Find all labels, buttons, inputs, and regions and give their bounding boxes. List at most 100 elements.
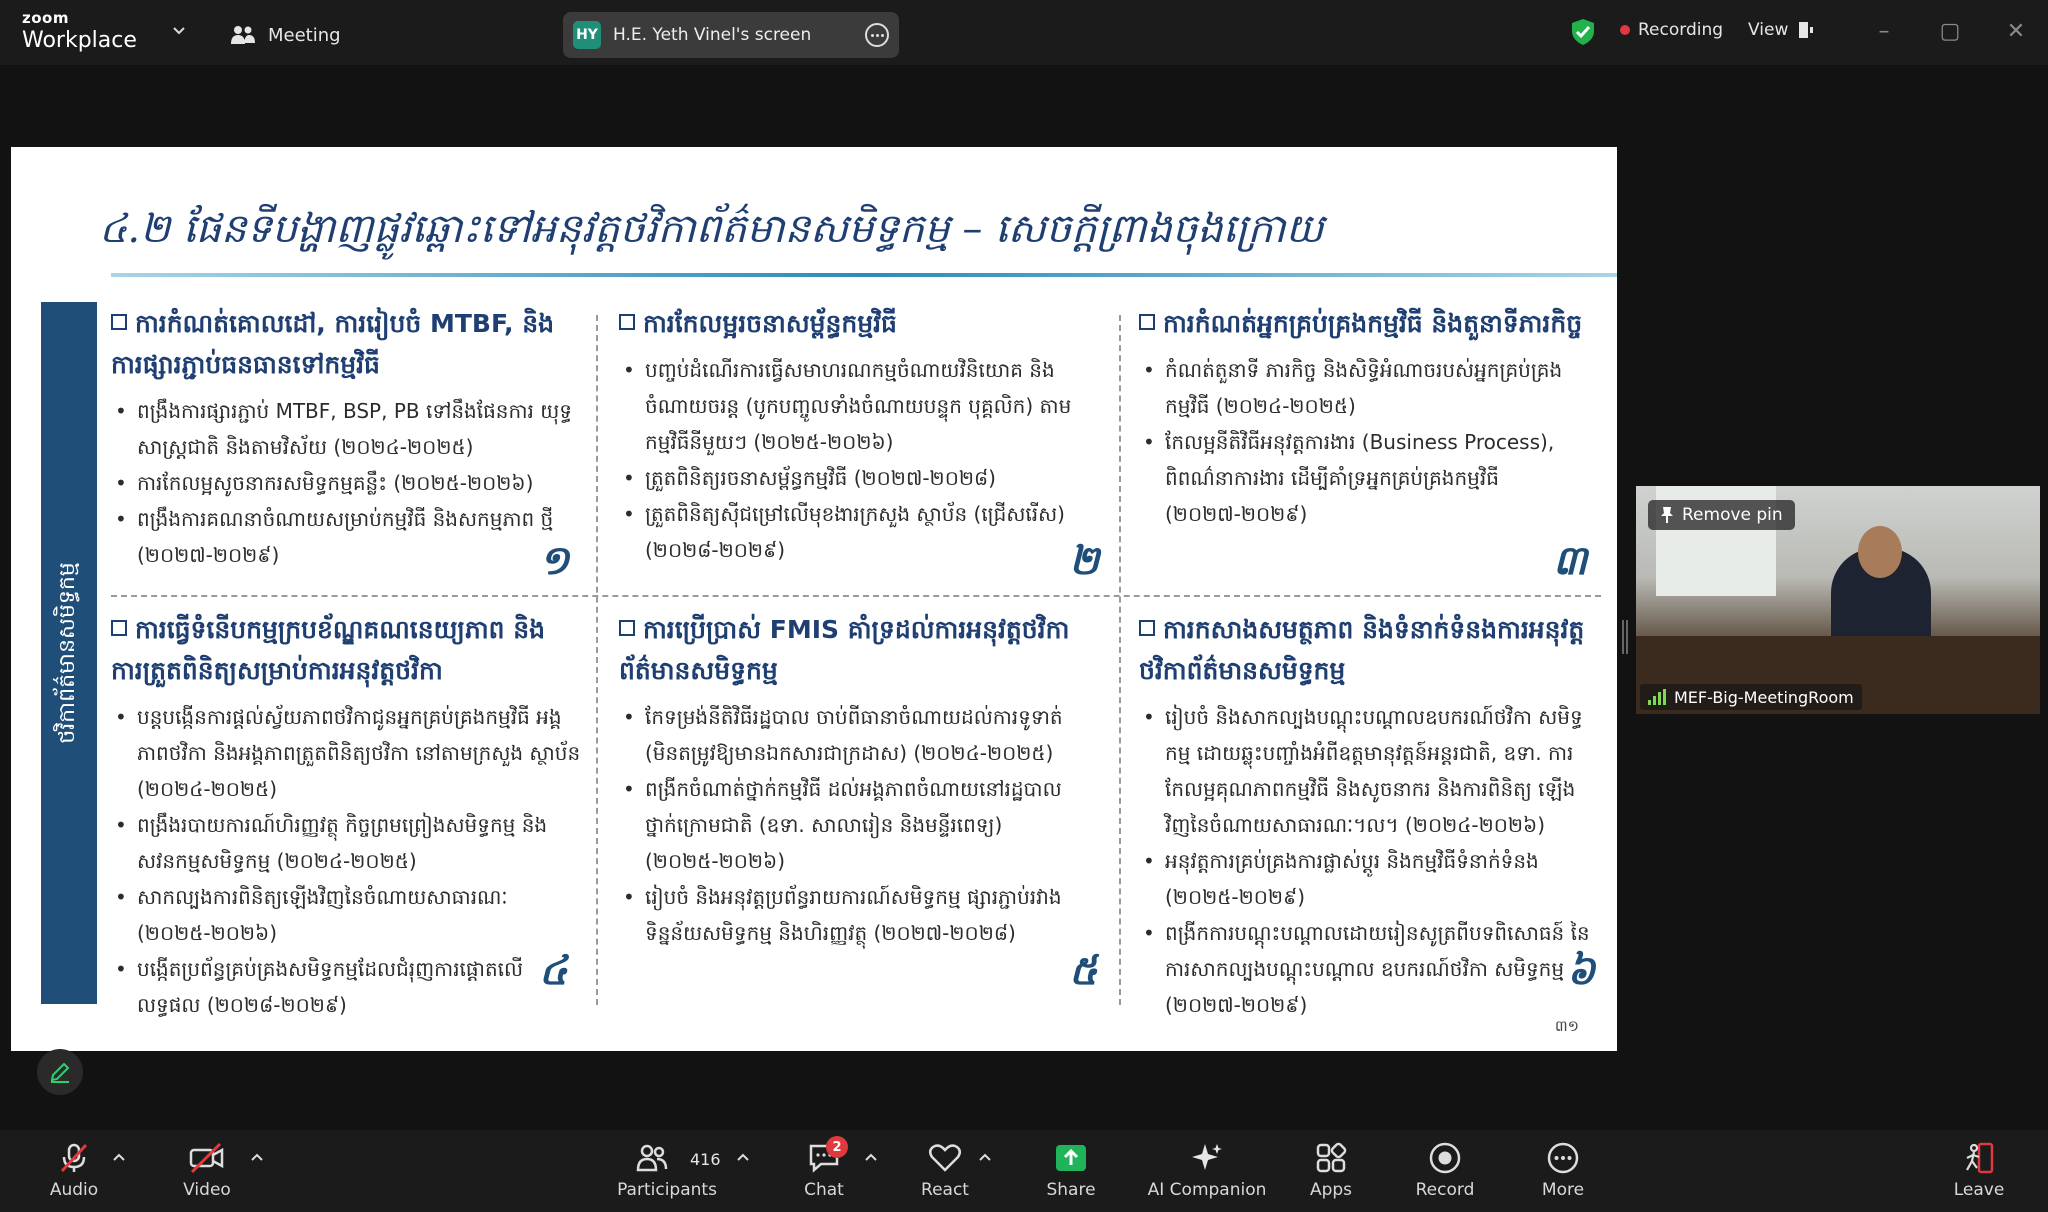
recording-indicator[interactable]: Recording [1620,20,1723,40]
react-button[interactable]: React [890,1138,1000,1208]
list-item: រៀបចំ និងសាកល្បងបណ្តុះបណ្តាលឧបករណ៍ថវិកា … [1139,699,1599,843]
chat-options-chevron-up-icon[interactable] [864,1150,878,1164]
video-options-chevron-up-icon[interactable] [250,1150,264,1164]
title-underline [111,273,1617,277]
cell-number: ៦ [1567,947,1596,994]
audio-label: Audio [49,1180,99,1200]
sparkle-icon [1187,1138,1227,1178]
meeting-toolbar: Audio Video Participants 416 2 Chat Reac… [0,1130,2048,1212]
screen-share-indicator[interactable]: HY H.E. Yeth Vinel's screen [563,12,899,58]
video-label: Video [183,1180,231,1200]
list-item: ត្រួតពិនិត្យស៊ីជម្រៅលើមុខងារក្រសួង ស្ថាប… [619,496,1089,568]
more-label: More [1541,1180,1585,1200]
list-item: អនុវត្តការគ្រប់គ្រងការផ្លាស់ប្តូរ និងកម្… [1139,843,1599,915]
roadmap-cell-4: ការធ្វើទំនើបកម្មក្របខ័ណ្ឌគណនេយ្យភាព និង … [111,609,581,1023]
list-item: បញ្ចប់ដំណើរការធ្វើសមាហរណកម្មចំណាយវិនិយោគ… [619,352,1089,460]
audio-options-chevron-up-icon[interactable] [112,1150,126,1164]
zoom-workplace-logo[interactable]: zoom Workplace [22,11,137,52]
audio-button[interactable]: Audio [19,1138,129,1208]
checkbox-bullet-icon [619,620,635,636]
roadmap-cell-5: ការប្រើប្រាស់ FMIS គាំទ្រដល់ការអនុវត្តថវ… [619,609,1089,951]
minimize-icon[interactable]: – [1872,20,1896,44]
cell-heading: ការកែលម្អរចនាសម្ព័ន្ធកម្មវិធី [643,309,897,338]
security-shield-icon[interactable] [1570,18,1596,46]
roadmap-cell-6: ការកសាងសមត្ថភាព និងទំនាក់ទំនងការអនុវត្ត … [1139,609,1599,1023]
meeting-info-button[interactable]: Meeting [230,20,341,50]
remove-pin-button[interactable]: Remove pin [1648,500,1795,530]
participants-options-chevron-up-icon[interactable] [736,1150,750,1164]
record-button[interactable]: Record [1390,1138,1500,1208]
list-item: កែលម្អនីតិវិធីអនុវត្តការងារ (Business Pr… [1139,424,1599,532]
roadmap-cell-2: ការកែលម្អរចនាសម្ព័ន្ធកម្មវិធី បញ្ចប់ដំណើ… [619,303,1089,568]
participants-button[interactable]: Participants [612,1138,722,1208]
view-layout-icon [1799,22,1814,38]
video-button[interactable]: Video [152,1138,262,1208]
side-label-band: ថវិកាព័ត៌មានសមិទ្ធកម្ម [41,302,97,1004]
leave-button[interactable]: Leave [1924,1138,2034,1208]
maximize-icon[interactable]: ▢ [1938,20,1962,44]
cell-heading: ការប្រើប្រាស់ FMIS គាំទ្រដល់ការអនុវត្តថវ… [619,615,1070,685]
checkbox-bullet-icon [111,620,127,636]
shared-slide: ៤.២ ផែនទីបង្ហាញផ្លូវឆ្ពោះទៅអនុវត្តថវិកាព… [11,147,1617,1051]
row-divider [111,595,1601,597]
list-item: ពង្រឹងរបាយការណ៍ហិរញ្ញវត្ថុ កិច្ចព្រមព្រៀ… [111,807,581,879]
list-item: បង្កើតប្រព័ន្ធគ្រប់គ្រងសមិទ្ធកម្មដែលជំរុ… [111,951,581,1023]
slide-title: ៤.២ ផែនទីបង្ហាញផ្លូវឆ្ពោះទៅអនុវត្តថវិកាព… [99,206,1324,252]
screen-share-label: H.E. Yeth Vinel's screen [613,25,812,45]
more-button[interactable]: More [1508,1138,1618,1208]
participant-video-tile[interactable]: Remove pin MEF-Big-MeetingRoom [1636,486,2040,714]
cell-heading: ការកសាងសមត្ថភាព និងទំនាក់ទំនងការអនុវត្ត … [1139,615,1585,685]
chevron-down-icon[interactable] [172,24,186,38]
apps-grid-icon [1311,1138,1351,1178]
list-item: ពង្រឹងការគណនាចំណាយសម្រាប់កម្មវិធី និងសកម… [111,501,581,573]
cell-number: ៥ [1069,947,1098,994]
chat-button[interactable]: 2 Chat [769,1136,879,1208]
cell-heading: ការកំណត់គោលដៅ, ការរៀបចំ MTBF, និង ការផ្ស… [111,309,554,379]
chat-bubble-icon: 2 [804,1136,848,1178]
record-icon [1425,1138,1465,1178]
list-item: ពង្រីកការបណ្តុះបណ្តាលដោយរៀនសូត្រពីបទពិសោ… [1139,915,1599,1023]
apps-label: Apps [1309,1180,1353,1200]
cell-heading: ការកំណត់អ្នកគ្រប់គ្រងកម្មវិធី និងតួនាទីភ… [1163,309,1583,338]
list-item: កែទម្រង់នីតិវិធីរដ្ឋបាល ចាប់ពីធានាចំណាយដ… [619,699,1089,771]
share-button[interactable]: Share [1016,1138,1126,1208]
more-options-icon[interactable] [865,23,889,47]
cell-number: ២ [1069,537,1100,584]
side-label: ថវិកាព័ត៌មានសមិទ្ធកម្ម [55,562,80,744]
participants-count: 416 [690,1150,721,1169]
view-label: View [1748,20,1789,40]
apps-button[interactable]: Apps [1276,1138,1386,1208]
checkbox-bullet-icon [1139,314,1155,330]
page-number: ៣១ [1554,1017,1579,1035]
resize-handle[interactable] [1622,620,1628,654]
participants-label: Participants [617,1180,717,1200]
meeting-label: Meeting [268,24,341,46]
annotate-pen-button[interactable] [37,1049,83,1095]
react-label: React [921,1180,969,1200]
camera-off-icon [187,1138,227,1178]
ai-companion-button[interactable]: AI Companion [1148,1138,1266,1208]
react-options-chevron-up-icon[interactable] [978,1150,992,1164]
presenter-avatar: HY [573,21,601,49]
close-icon[interactable]: ✕ [2004,20,2028,44]
pin-icon [1661,507,1673,523]
roadmap-cell-3: ការកំណត់អ្នកគ្រប់គ្រងកម្មវិធី និងតួនាទីភ… [1139,303,1599,532]
top-bar: zoom Workplace Meeting HY H.E. Yeth Vine… [0,0,2048,65]
share-label: Share [1046,1180,1096,1200]
people-icon [231,26,255,44]
cell-number: ៣ [1553,537,1588,584]
cell-number: ៤ [539,947,568,994]
list-item: ការកែលម្អសូចនាករសមិទ្ធកម្មគន្លឹះ (២០២៥-២… [111,465,581,501]
checkbox-bullet-icon [1139,620,1155,636]
column-divider [1119,315,1121,1005]
brand-small-text: zoom [22,9,69,27]
ai-companion-label: AI Companion [1147,1180,1267,1200]
cell-heading: ការធ្វើទំនើបកម្មក្របខ័ណ្ឌគណនេយ្យភាព និង … [111,615,545,685]
recording-label: Recording [1638,20,1724,40]
video-person-head [1858,526,1902,578]
view-button[interactable]: View [1748,20,1814,40]
recording-dot-icon [1620,25,1630,35]
list-item: ត្រួតពិនិត្យរចនាសម្ព័ន្ធកម្មវិធី (២០២៧-២… [619,460,1089,496]
remove-pin-label: Remove pin [1682,505,1783,525]
leave-label: Leave [1953,1180,2005,1200]
